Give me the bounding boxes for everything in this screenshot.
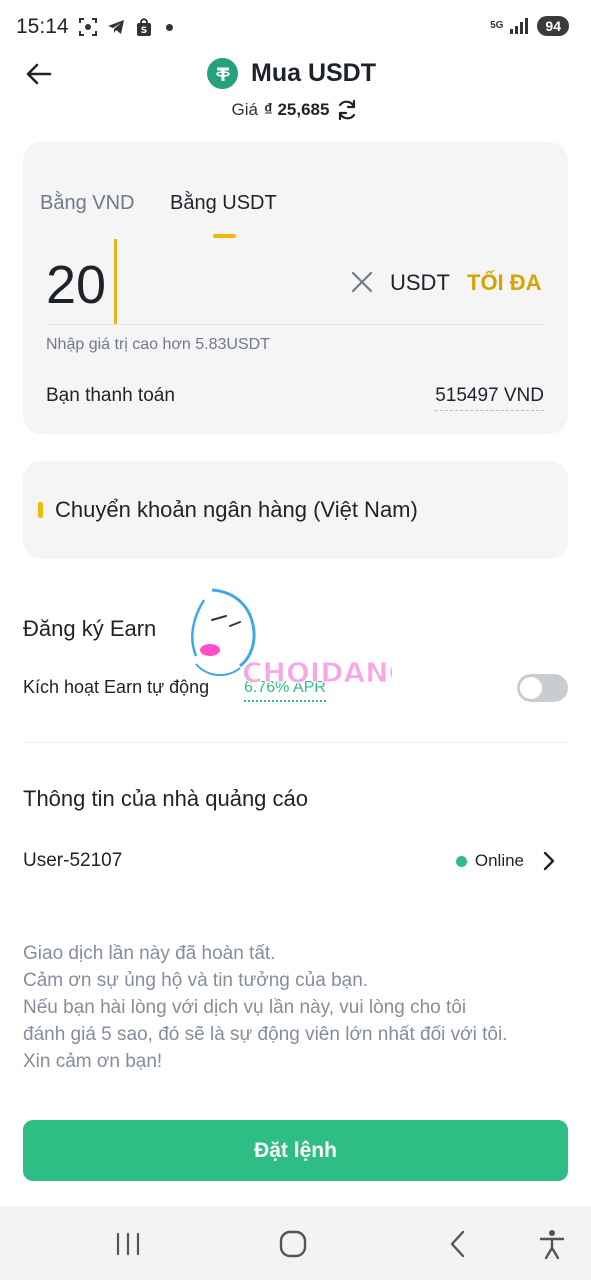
active-tab-indicator [213,234,236,238]
amount-card: Bằng VND Bằng USDT 20 USDT TỐI ĐA Nhập g… [23,142,568,434]
back-nav-icon[interactable] [441,1226,477,1262]
tether-icon [207,58,238,89]
advertiser-title: Thông tin của nhà quảng cáo [23,786,309,811]
payment-method-card[interactable]: Chuyển khoản ngân hàng (Việt Nam) [23,461,568,559]
online-label: Online [474,851,524,870]
payment-method-label: Chuyển khoản ngân hàng (Việt Nam) [55,497,418,522]
advertiser-row[interactable]: User-52107 Online [23,840,568,882]
input-divider [46,324,544,325]
online-dot [455,855,467,867]
clear-icon[interactable] [349,269,375,295]
section-divider [23,742,568,743]
status-bar: 15:14 S 5G 94 [0,0,591,56]
recent-apps-icon[interactable] [110,1226,146,1262]
chevron-right-icon [543,851,555,871]
terms-line: đánh giá 5 sao, đó sẽ là sự động viên lớ… [23,1024,508,1045]
signal-icon [510,18,529,34]
accessibility-icon[interactable] [534,1226,570,1262]
page-header: Mua USDT [207,58,376,89]
min-amount-hint: Nhập giá trị cao hơn 5.83USDT [46,336,270,353]
earn-toggle[interactable] [517,674,568,702]
price-value: ₫ 25,685 [264,100,330,119]
network-type: 5G [490,20,504,31]
battery-level: 94 [537,16,569,36]
max-button[interactable]: TỐI ĐA [467,270,542,296]
advertiser-terms: Giao dịch lần này đã hoàn tất. Cảm ơn sự… [23,940,573,1075]
shopee-icon: S [137,18,151,36]
more-notifications-dot [166,23,173,31]
place-order-button[interactable]: Đặt lệnh [23,1120,568,1181]
price-row: Giá ₫ 25,685 [0,98,591,122]
unit-label: USDT [390,270,450,295]
price-label: Giá [231,100,258,119]
watermark-logo: CHOIDANGCAP [191,588,392,690]
terms-line: Xin cảm ơn bạn! [23,1051,163,1072]
telegram-icon [108,20,124,34]
terms-line: Giao dịch lần này đã hoàn tất. [23,943,276,964]
advertiser-name: User-52107 [23,850,123,871]
method-indicator [38,502,43,518]
system-status: 5G 94 [490,16,569,36]
back-arrow-icon[interactable] [22,58,54,90]
screenshot-icon [79,18,97,36]
status-time: 15:14 [16,15,69,38]
system-nav-bar [0,1206,591,1280]
notification-icons: S [78,17,173,37]
terms-line: Cảm ơn sự ủng hộ và tin tưởng của bạn. [23,970,369,991]
pay-label: Bạn thanh toán [46,385,175,406]
svg-text:S: S [141,26,147,36]
watermark-text: CHOIDANGCAP [242,656,392,689]
page-title: Mua USDT [251,59,376,87]
pay-value: 515497 VND [435,385,544,411]
tab-usdt[interactable]: Bằng USDT [170,192,277,215]
earn-title: Đăng ký Earn [23,616,157,641]
refresh-icon[interactable] [335,98,359,122]
toggle-knob [520,677,542,699]
tab-vnd[interactable]: Bằng VND [40,192,135,215]
input-caret [114,239,117,325]
home-icon[interactable] [275,1226,311,1262]
terms-line: Nếu bạn hài lòng với dịch vụ lần này, vu… [23,997,467,1018]
amount-input[interactable]: 20 [46,254,106,316]
advertiser-status: Online [455,850,558,872]
